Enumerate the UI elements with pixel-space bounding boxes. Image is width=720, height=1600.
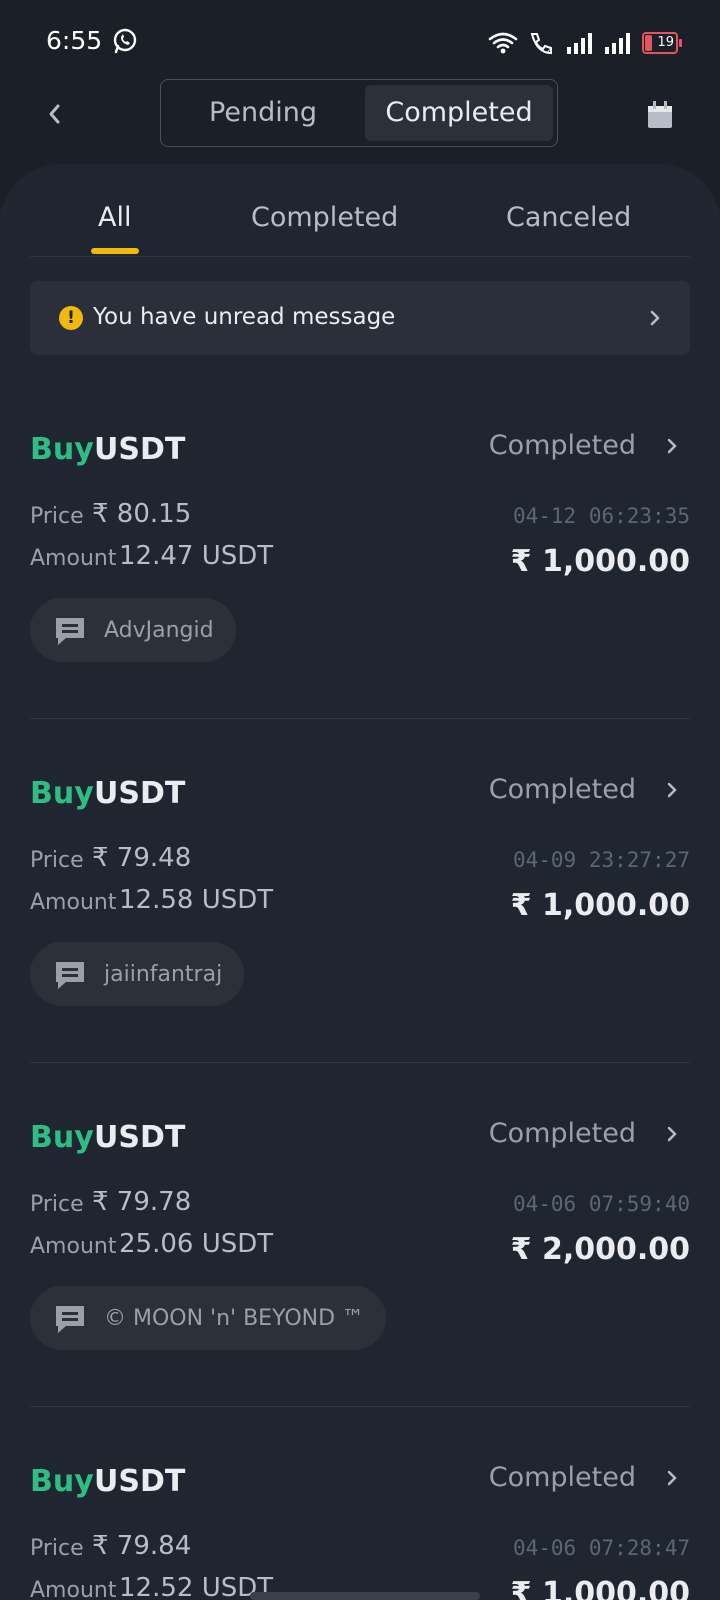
order-status: Completed [488,1118,636,1149]
order-datetime: 04-06 07:59:40 [512,1192,690,1216]
tab-canceled[interactable]: Canceled [506,202,631,233]
price-label: Price [30,1192,84,1217]
order-datetime: 04-12 06:23:35 [512,504,690,528]
order-card[interactable]: Buy USDT Completed Price ₹ 80.15 Amount … [30,430,690,752]
chat-icon [56,1306,84,1333]
order-total: ₹ 1,000.00 [510,888,690,923]
order-side: Buy [30,1464,94,1499]
svg-text:2: 2 [546,46,552,55]
order-side: Buy [30,776,94,811]
chevron-right-icon [667,782,677,798]
chevron-right-icon [667,1126,677,1142]
status-bar: 6:55 2 19 [0,0,720,86]
price-label: Price [30,1536,84,1561]
order-datetime: 04-06 07:28:47 [512,1536,690,1560]
order-amount: 12.47 USDT [119,541,274,571]
counterparty-name: © MOON 'n' BEYOND ™ [104,1305,365,1331]
order-asset: USDT [94,432,186,467]
unread-message-text: You have unread message [93,304,396,330]
chevron-right-icon [667,438,677,454]
signal-icon [605,33,630,54]
order-asset: USDT [94,776,186,811]
status-time: 6:55 [46,26,103,55]
tab-all[interactable]: All [98,202,131,233]
price-label: Price [30,848,84,873]
order-card[interactable]: Buy USDT Completed Price ₹ 79.84 Amount … [30,1464,690,1600]
order-amount: 12.58 USDT [119,885,274,915]
price-label: Price [30,504,84,529]
order-total: ₹ 1,000.00 [510,544,690,579]
order-asset: USDT [94,1464,186,1499]
order-divider [30,718,690,719]
counterparty-name: AdvJangid [104,617,214,643]
chevron-right-icon [667,1470,677,1486]
order-price: ₹ 79.48 [92,843,192,873]
battery-icon: 19 [642,32,682,54]
order-status-switch: Pending Completed [160,79,558,147]
back-button[interactable] [34,94,74,134]
volte-call-icon: 2 [530,33,552,55]
chat-icon [56,618,84,645]
counterparty-name: jaiinfantraj [104,961,223,987]
order-card[interactable]: Buy USDT Completed Price ₹ 79.48 Amount … [30,774,690,1096]
amount-label: Amount [30,1234,117,1259]
order-price: ₹ 79.78 [92,1187,192,1217]
counterparty-chat-button[interactable]: AdvJangid [30,598,236,662]
signal-icon [567,33,592,54]
order-total: ₹ 2,000.00 [510,1232,690,1267]
order-status: Completed [488,774,636,805]
order-datetime: 04-09 23:27:27 [512,848,690,872]
whatsapp-icon [113,28,137,54]
unread-message-banner[interactable]: ! You have unread message [30,281,690,355]
order-asset: USDT [94,1120,186,1155]
chat-icon [56,962,84,989]
order-side: Buy [30,432,94,467]
battery-level: 19 [657,35,674,50]
order-price: ₹ 80.15 [92,499,192,529]
order-total: ₹ 1,000.00 [510,1576,690,1600]
amount-label: Amount [30,546,117,571]
segment-completed[interactable]: Completed [365,85,553,141]
filter-tabs: All Completed Canceled [30,164,690,257]
order-card[interactable]: Buy USDT Completed Price ₹ 79.78 Amount … [30,1118,690,1440]
segment-pending[interactable]: Pending [169,85,357,141]
order-price: ₹ 79.84 [92,1531,192,1561]
home-indicator[interactable] [250,1592,480,1600]
chevron-right-icon [650,310,660,326]
wifi-icon [488,32,518,54]
order-amount: 25.06 USDT [119,1229,274,1259]
order-status: Completed [488,1464,636,1493]
amount-label: Amount [30,1578,117,1600]
order-side: Buy [30,1120,94,1155]
order-divider [30,1406,690,1407]
counterparty-chat-button[interactable]: © MOON 'n' BEYOND ™ [30,1286,387,1350]
tab-completed[interactable]: Completed [251,202,398,233]
calendar-icon[interactable] [646,96,688,132]
status-icons: 2 19 [488,30,682,56]
order-status: Completed [488,430,636,461]
order-divider [30,1062,690,1063]
back-chevron-icon [49,104,60,124]
counterparty-chat-button[interactable]: jaiinfantraj [30,942,245,1006]
warning-icon: ! [59,306,83,330]
amount-label: Amount [30,890,117,915]
active-tab-indicator [91,248,139,254]
